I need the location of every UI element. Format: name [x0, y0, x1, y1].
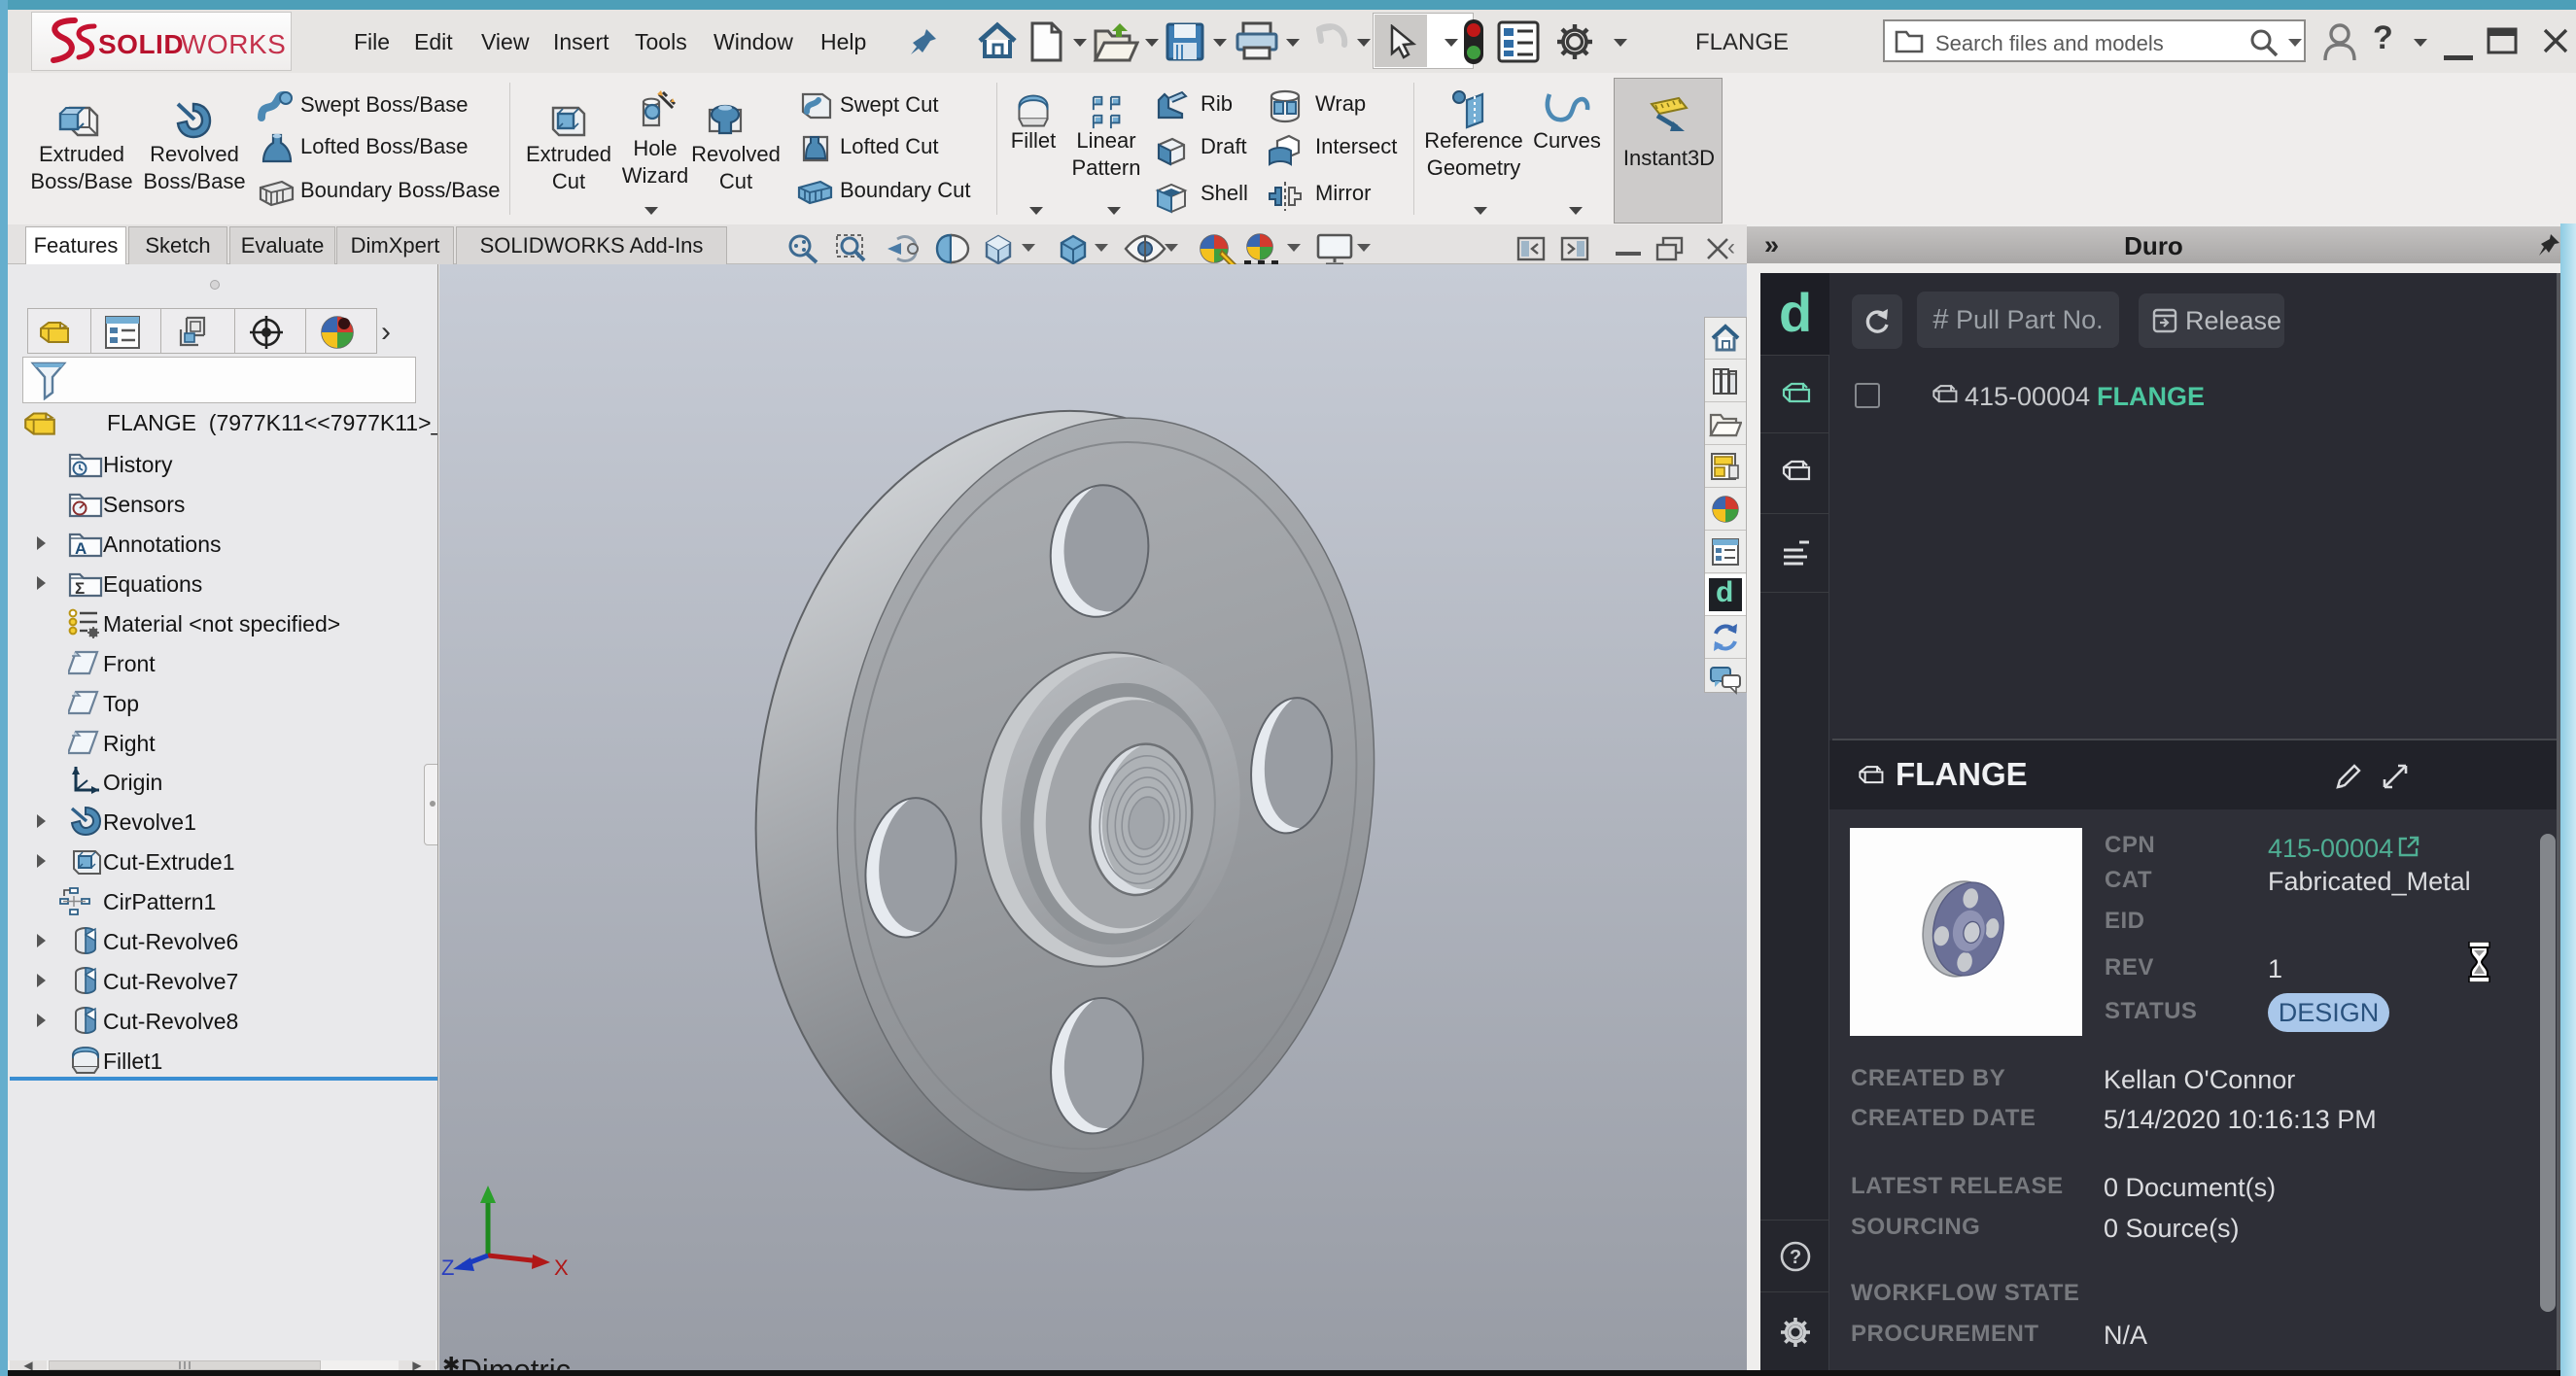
- svg-text:?: ?: [1790, 1247, 1801, 1268]
- svg-text:Z: Z: [441, 1256, 454, 1280]
- svg-text:A: A: [75, 539, 87, 558]
- svg-text:X: X: [554, 1256, 569, 1280]
- svg-text:WORKS: WORKS: [181, 29, 286, 59]
- svg-text:Σ: Σ: [75, 579, 85, 598]
- svg-text:SOLID: SOLID: [98, 29, 184, 59]
